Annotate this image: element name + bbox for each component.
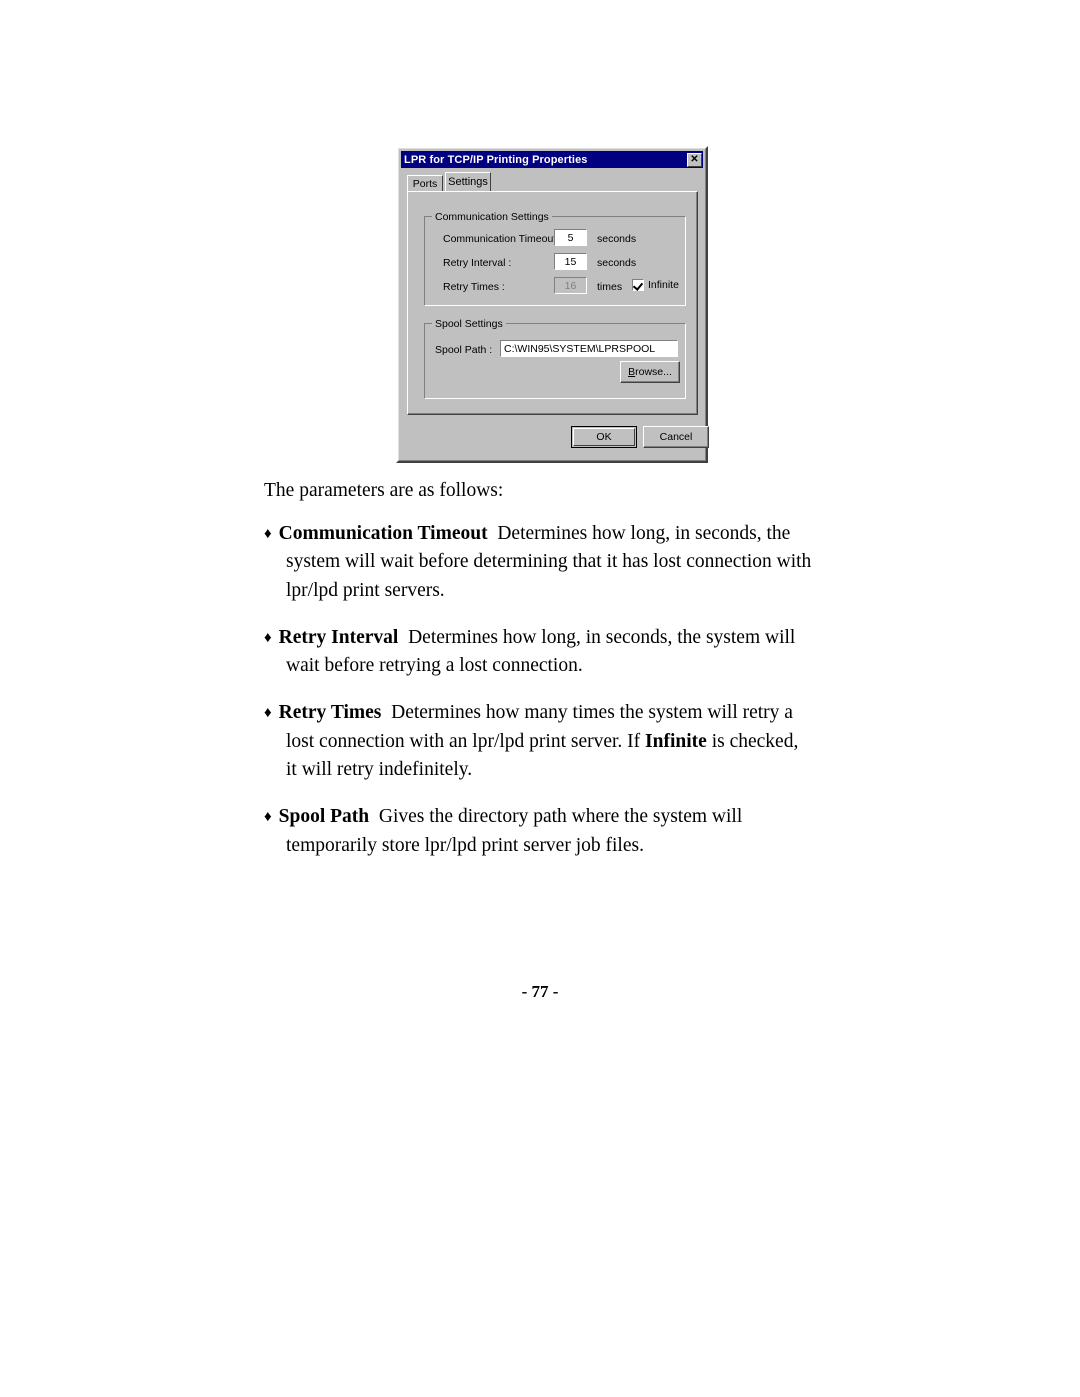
close-icon[interactable]: ✕ [687,152,702,167]
tab-strip: Ports Settings [407,172,698,191]
bullet-term-retry-interval: Retry Interval [278,626,399,648]
communication-timeout-value: 5 [567,231,574,244]
document-body: The parameters are as follows: ♦ Communic… [0,478,1080,878]
diamond-bullet-icon: ♦ [264,705,272,722]
bullet-spacer-1 [398,627,408,648]
tab-settings-label: Settings [448,176,488,188]
diamond-bullet-icon: ♦ [264,629,272,646]
retry-times-label: Retry Times : [443,281,505,293]
infinite-checkbox-label: Infinite [648,279,679,291]
retry-interval-unit: seconds [597,257,637,269]
tab-settings[interactable]: Settings [445,172,491,191]
ok-button-label: OK [596,431,612,443]
dialog-inner-frame: LPR for TCP/IP Printing Properties ✕ Por… [398,148,709,461]
bullet-term-retry-times: Retry Times [278,702,382,724]
dialog-title: LPR for TCP/IP Printing Properties [404,153,588,166]
bullet-spacer-2 [381,702,391,723]
communication-timeout-label: Communication Timeout : [443,233,563,245]
bullet-spacer-0 [488,523,498,544]
cancel-button[interactable]: Cancel [643,426,709,448]
spool-path-input[interactable]: C:\WIN95\SYSTEM\LPRSPOOL [500,340,678,357]
diamond-bullet-icon: ♦ [264,808,272,825]
diamond-bullet-icon: ♦ [264,525,272,542]
browse-button[interactable]: Browse... [620,361,680,383]
checkmark-icon [632,279,644,291]
spool-settings-legend: Spool Settings [432,318,506,330]
spool-path-value: C:\WIN95\SYSTEM\LPRSPOOL [504,342,656,355]
cancel-button-label: Cancel [659,431,693,443]
bullet-retry-times: ♦ Retry Times Determines how many times t… [0,699,1080,785]
page-number: - 77 - [521,982,559,1001]
retry-times-input[interactable]: 16 [554,277,587,294]
ok-button-face: OK [573,428,635,446]
retry-interval-input[interactable]: 15 [554,253,587,270]
bullet-spacer-3 [369,806,379,827]
retry-interval-label: Retry Interval : [443,257,512,269]
intro-paragraph: The parameters are as follows: [264,480,504,501]
bullet-emphasis-infinite: Infinite [645,730,707,752]
bullet-retry-interval: ♦ Retry Interval Determines how long, in … [0,624,1080,681]
retry-interval-value: 15 [564,255,577,268]
close-glyph: ✕ [690,153,699,165]
bullet-spool-path: ♦ Spool Path Gives the directory path whe… [0,803,1080,860]
lpr-printing-properties-dialog: LPR for TCP/IP Printing Properties ✕ Por… [396,146,709,463]
bullet-term-spool-path: Spool Path [278,805,370,827]
browse-button-label: Browse... [628,366,672,378]
tab-ports[interactable]: Ports [407,175,443,191]
bullet-term-communication-timeout: Communication Timeout [278,522,488,544]
infinite-checkbox[interactable]: Infinite [632,279,679,291]
dialog-titlebar[interactable]: LPR for TCP/IP Printing Properties ✕ [401,151,703,168]
tab-ports-label: Ports [412,177,438,190]
browse-rest-label: rowse... [635,366,672,378]
communication-timeout-input[interactable]: 5 [554,229,587,246]
communication-timeout-unit: seconds [597,233,637,245]
communication-settings-group: Communication Settings Communication Tim… [424,211,686,306]
communication-settings-legend: Communication Settings [432,211,552,223]
spool-path-label: Spool Path : [435,344,493,356]
ok-button[interactable]: OK [571,426,637,448]
retry-times-value: 16 [564,279,577,292]
settings-tab-page: Communication Settings Communication Tim… [407,191,698,415]
bullet-communication-timeout: ♦ Communication Timeout Determines how lo… [0,520,1080,606]
retry-times-unit: times [597,281,623,293]
